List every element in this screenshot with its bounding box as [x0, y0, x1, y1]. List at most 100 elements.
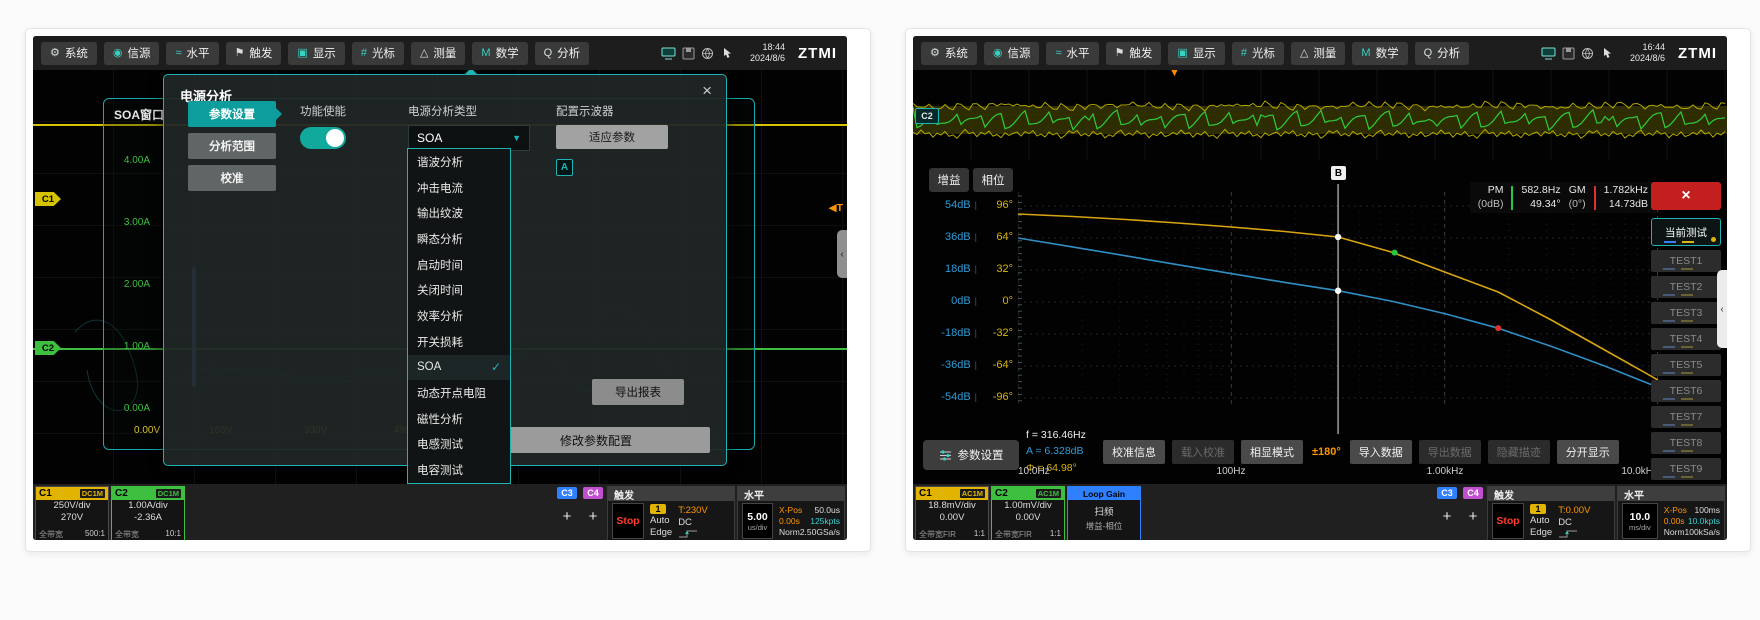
cursor-b-label[interactable]: B: [1331, 166, 1346, 180]
current-test-button[interactable]: 当前测试: [1651, 218, 1721, 246]
menu-system[interactable]: ⚙系统: [921, 42, 977, 65]
channel-c4-add[interactable]: C4+: [1461, 486, 1485, 540]
side-panel-collapse-handle[interactable]: ‹: [837, 230, 847, 278]
horizontal-section[interactable]: 水平 10.0ms/div X-Pos100ms 0.00s10.0kpts N…: [1617, 486, 1725, 540]
magnifier-icon: Q: [544, 48, 553, 59]
menu-trigger[interactable]: ⚑触发: [1106, 42, 1162, 65]
menu-measure[interactable]: △测量: [1291, 42, 1345, 65]
menu-display[interactable]: ▣显示: [288, 42, 344, 65]
tab-param-settings[interactable]: 参数设置: [188, 101, 276, 127]
storage-icon[interactable]: [682, 47, 695, 60]
menu-label: 测量: [1313, 45, 1336, 61]
touch-pointer-icon[interactable]: [1600, 47, 1613, 60]
load-calibration-button[interactable]: 载入校准: [1172, 440, 1234, 464]
adapt-params-button[interactable]: 适应参数: [556, 125, 668, 149]
test-item[interactable]: TEST5: [1651, 354, 1721, 376]
monitor-icon[interactable]: [1541, 47, 1556, 60]
phase-button[interactable]: 相位: [973, 168, 1013, 192]
channel-c3-add[interactable]: C3+: [1435, 486, 1459, 540]
phase-tick: -32°: [981, 327, 1013, 339]
modify-params-button[interactable]: 修改参数配置: [482, 427, 710, 453]
calibration-info-button[interactable]: 校准信息: [1103, 440, 1165, 464]
dropdown-item[interactable]: 磁性分析: [408, 406, 510, 432]
param-settings-button[interactable]: 参数设置: [923, 440, 1019, 470]
menu-source[interactable]: ◉信源: [984, 42, 1040, 65]
test-item[interactable]: TEST8: [1651, 432, 1721, 454]
test-item[interactable]: TEST2: [1651, 276, 1721, 298]
channel-c2-box[interactable]: C2AC1M 1.00mV/div 0.00V 全带宽FIR1:1: [991, 486, 1065, 540]
trigger-level-marker[interactable]: ◀T: [829, 202, 844, 214]
gm-freq: 1.782kHz: [1604, 184, 1648, 198]
test-item[interactable]: TEST9: [1651, 458, 1721, 480]
dropdown-item[interactable]: 效率分析: [408, 303, 510, 329]
dropdown-item[interactable]: 冲击电流: [408, 175, 510, 201]
channel-c2-box[interactable]: C2DC1M 1.00A/div -2.36A 全带宽10:1: [111, 486, 185, 540]
pm-freq: 582.8Hz: [1521, 184, 1560, 198]
close-icon[interactable]: ×: [702, 81, 712, 101]
dropdown-item-selected[interactable]: SOA✓: [408, 355, 510, 381]
test-item[interactable]: TEST6: [1651, 380, 1721, 402]
menu-system[interactable]: ⚙系统: [41, 42, 97, 65]
menu-math[interactable]: M数学: [472, 42, 527, 65]
brand-logo: ZTMI: [1678, 45, 1717, 62]
dropdown-item[interactable]: 动态开点电阻: [408, 380, 510, 406]
channel-c1-box[interactable]: C1DC1M 250V/div 270V 全带宽500:1: [35, 486, 109, 540]
channel-c1-box[interactable]: C1AC1M 18.8mV/div 0.00V 全带宽FIR1:1: [915, 486, 989, 540]
soa-y-tick: 1.00A: [108, 341, 150, 352]
split-display-button[interactable]: 分开显示: [1557, 440, 1619, 464]
dropdown-item[interactable]: 电容测试: [408, 457, 510, 483]
import-data-button[interactable]: 导入数据: [1350, 440, 1412, 464]
enable-toggle[interactable]: [300, 127, 346, 149]
horizontal-section[interactable]: 水平 5.00us/div X-Pos50.0us 0.00s125kpts N…: [737, 486, 845, 540]
dropdown-item[interactable]: 瞬态分析: [408, 226, 510, 252]
tab-analysis-range[interactable]: 分析范围: [188, 133, 276, 159]
dropdown-item[interactable]: 关闭时间: [408, 277, 510, 303]
dropdown-item[interactable]: 谐波分析: [408, 149, 510, 175]
test-item[interactable]: TEST3: [1651, 302, 1721, 324]
test-item[interactable]: TEST1: [1651, 250, 1721, 272]
export-data-button[interactable]: 导出数据: [1419, 440, 1481, 464]
channel-c4-add[interactable]: C4+: [581, 486, 605, 540]
channel-c3-add[interactable]: C3+: [555, 486, 579, 540]
menu-math[interactable]: M数学: [1352, 42, 1407, 65]
menu-analysis[interactable]: Q分析: [535, 42, 590, 65]
monitor-icon[interactable]: [661, 47, 676, 60]
plus-icon: +: [589, 509, 598, 524]
dropdown-item[interactable]: 电感测试: [408, 432, 510, 458]
dropdown-item[interactable]: 输出纹波: [408, 200, 510, 226]
tab-calibration[interactable]: 校准: [188, 165, 276, 191]
menu-source[interactable]: ◉信源: [104, 42, 160, 65]
bode-plot: PM(0dB) 582.8Hz49.34° GM(0°) 1.782kHz14.…: [1018, 182, 1658, 434]
menu-horizontal[interactable]: ≈水平: [1046, 42, 1098, 65]
phase-display-mode-button[interactable]: 相显模式: [1241, 440, 1303, 464]
dropdown-item[interactable]: 启动时间: [408, 252, 510, 278]
network-icon[interactable]: [1581, 47, 1594, 60]
edge-slope-icon: [1558, 529, 1578, 538]
hide-trace-button[interactable]: 隐藏描迹: [1488, 440, 1550, 464]
menu-analysis[interactable]: Q分析: [1415, 42, 1470, 65]
menu-measure[interactable]: △测量: [411, 42, 465, 65]
touch-pointer-icon[interactable]: [720, 47, 733, 60]
menu-horizontal[interactable]: ≈水平: [166, 42, 218, 65]
menu-cursor[interactable]: #光标: [352, 42, 404, 65]
side-panel-collapse-handle[interactable]: ‹: [1717, 270, 1727, 348]
menu-display[interactable]: ▣显示: [1168, 42, 1224, 65]
network-icon[interactable]: [701, 47, 714, 60]
phase-range-value[interactable]: ±180°: [1310, 440, 1343, 464]
trigger-section[interactable]: 触发 Stop 1AutoEdge T:230VDC: [607, 486, 735, 540]
test-item[interactable]: TEST4: [1651, 328, 1721, 350]
trigger-section[interactable]: 触发 Stop 1AutoEdge T:0.00VDC: [1487, 486, 1615, 540]
pm-label: PM: [1478, 184, 1504, 198]
trigger-position-icon[interactable]: ▼: [1169, 70, 1180, 79]
gm-ref: (0°): [1569, 198, 1586, 212]
storage-icon[interactable]: [1562, 47, 1575, 60]
dropdown-item[interactable]: 开关损耗: [408, 329, 510, 355]
test-item[interactable]: TEST7: [1651, 406, 1721, 428]
menu-cursor[interactable]: #光标: [1232, 42, 1284, 65]
menu-trigger[interactable]: ⚑触发: [226, 42, 282, 65]
gain-button[interactable]: 增益: [929, 168, 969, 192]
loop-gain-box[interactable]: Loop Gain 扫频 增益-相位: [1067, 486, 1141, 540]
export-report-button[interactable]: 导出报表: [592, 379, 684, 405]
c2-channel-badge[interactable]: C2: [915, 108, 939, 124]
close-test-button[interactable]: ×: [1651, 182, 1721, 210]
